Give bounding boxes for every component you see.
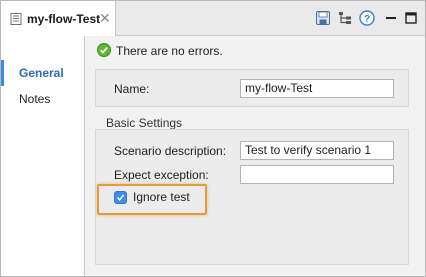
minimize-icon[interactable] bbox=[383, 10, 399, 26]
help-icon[interactable]: ? bbox=[359, 10, 375, 26]
maximize-icon[interactable] bbox=[403, 10, 419, 26]
nav-item-label: Notes bbox=[19, 92, 51, 106]
nav-item-label: General bbox=[19, 66, 64, 80]
tab-title: my-flow-Test bbox=[27, 12, 101, 26]
tree-icon[interactable] bbox=[337, 10, 353, 26]
scenario-description-field[interactable]: Test to verify scenario 1 bbox=[240, 141, 394, 160]
name-field[interactable]: my-flow-Test bbox=[240, 79, 394, 98]
editor-tab[interactable]: my-flow-Test ✕ bbox=[1, 1, 116, 36]
ignore-test-checkbox[interactable] bbox=[114, 191, 127, 204]
scenario-description-label: Scenario description: bbox=[114, 144, 227, 158]
expect-exception-label: Expect exception: bbox=[114, 168, 209, 182]
check-circle-icon bbox=[97, 43, 111, 57]
save-icon[interactable] bbox=[315, 10, 331, 26]
close-icon[interactable]: ✕ bbox=[99, 11, 111, 25]
basic-settings-heading: Basic Settings bbox=[106, 116, 183, 130]
document-icon bbox=[10, 13, 22, 25]
expect-exception-field[interactable] bbox=[240, 165, 394, 184]
status-message: There are no errors. bbox=[116, 44, 223, 58]
checkmark-icon bbox=[116, 194, 125, 202]
side-nav: General Notes bbox=[1, 36, 85, 276]
name-label: Name: bbox=[114, 82, 150, 96]
nav-item-notes[interactable]: Notes bbox=[1, 86, 84, 112]
tab-bar: my-flow-Test ✕ ? bbox=[1, 1, 425, 36]
help-glyph: ? bbox=[364, 14, 370, 25]
nav-item-general[interactable]: General bbox=[1, 60, 84, 86]
ignore-test-label[interactable]: Ignore test bbox=[133, 190, 190, 204]
editor-frame: my-flow-Test ✕ ? General Notes There are… bbox=[0, 0, 426, 277]
